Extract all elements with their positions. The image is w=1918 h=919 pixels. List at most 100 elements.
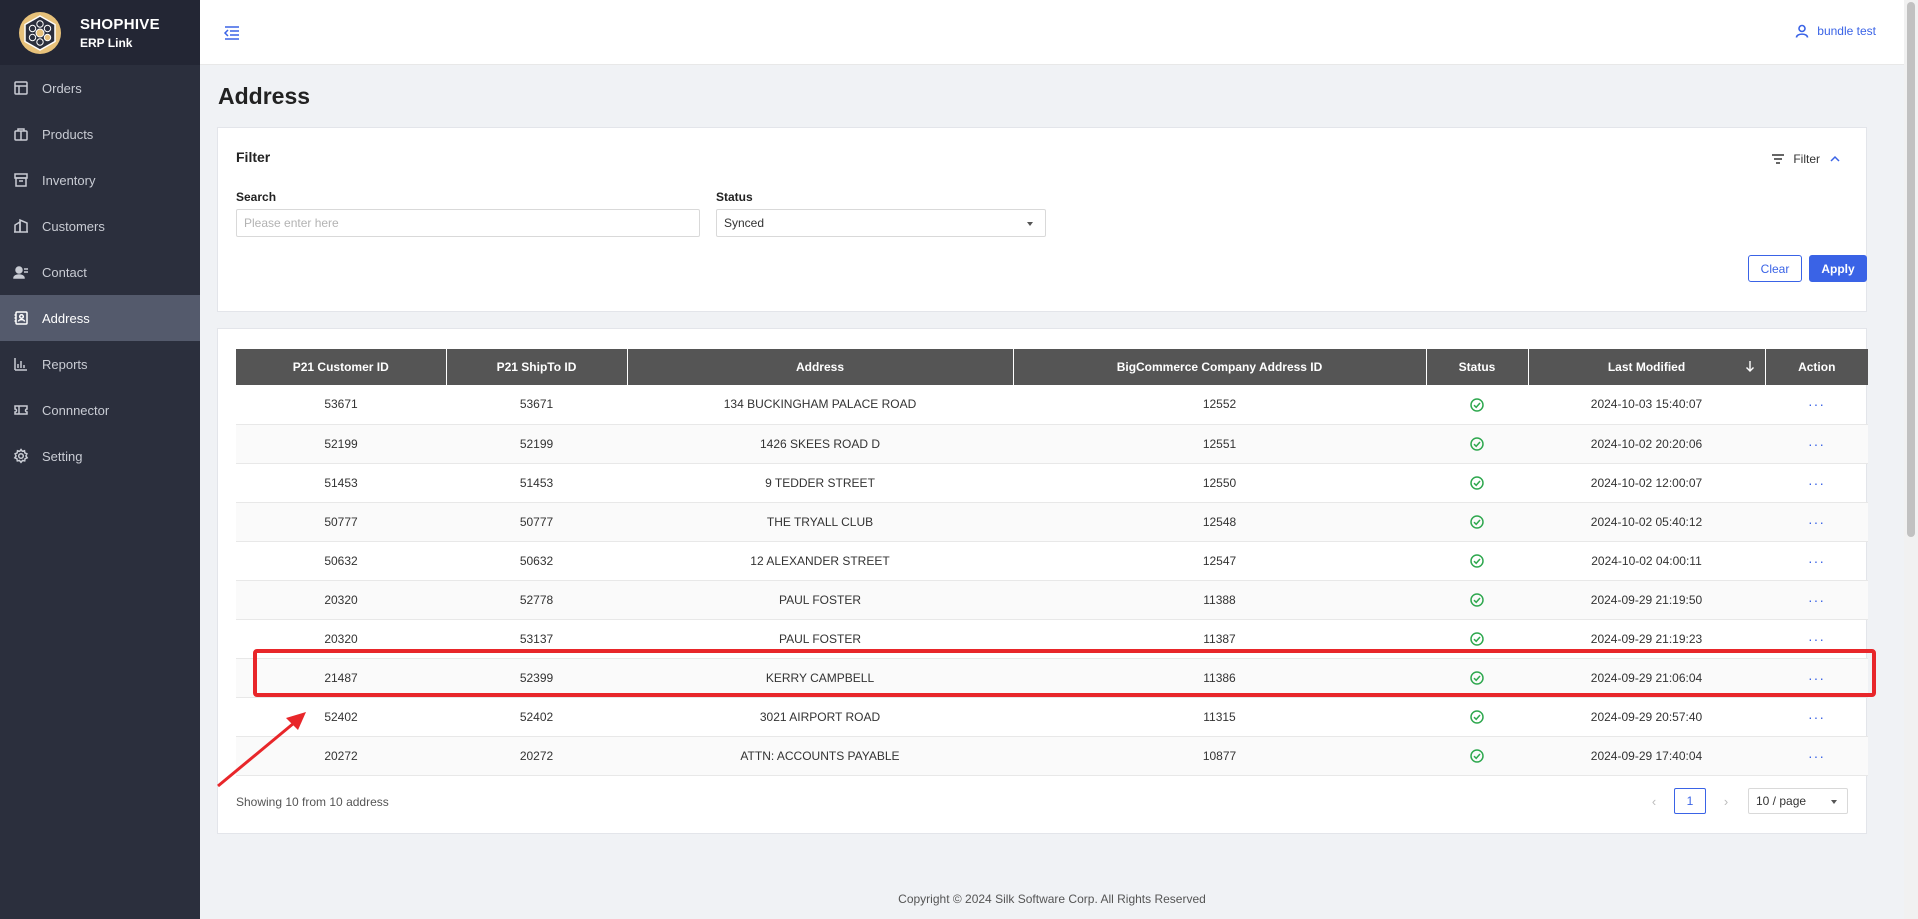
cell-shipto-id: 50777 xyxy=(446,502,627,542)
more-actions-button[interactable]: ··· xyxy=(1808,553,1825,569)
table-row[interactable]: 51453 51453 9 TEDDER STREET 12550 2024-10-02… xyxy=(236,463,1868,503)
sidebar-item-reports[interactable]: Reports xyxy=(0,341,200,387)
annotation-highlight-box xyxy=(253,649,1876,697)
cell-shipto-id: 20272 xyxy=(446,736,627,776)
cell-status xyxy=(1426,463,1528,503)
column-header-last-modified[interactable]: Last Modified xyxy=(1528,349,1766,385)
table-row[interactable]: 53671 53671 134 BUCKINGHAM PALACE ROAD 1255… xyxy=(236,385,1868,425)
filter-toggle-button[interactable]: Filter xyxy=(1771,152,1840,166)
cell-address: 1426 SKEES ROAD D xyxy=(627,424,1013,464)
page-title: Address xyxy=(218,83,311,109)
more-actions-button[interactable]: ··· xyxy=(1808,631,1825,647)
cell-customer-id: 50777 xyxy=(236,502,446,542)
cell-customer-id: 52199 xyxy=(236,424,446,464)
next-page-button[interactable]: › xyxy=(1716,788,1736,814)
table-header-row: P21 Customer ID P21 ShipTo ID Address Bi… xyxy=(236,349,1868,385)
reports-icon xyxy=(13,356,29,372)
more-actions-button[interactable]: ··· xyxy=(1808,748,1825,764)
sidebar-item-products[interactable]: Products xyxy=(0,111,200,157)
chevron-up-icon xyxy=(1830,155,1840,162)
column-header-status[interactable]: Status xyxy=(1426,349,1529,385)
brand-subtitle: ERP Link xyxy=(80,35,133,50)
check-circle-icon xyxy=(1470,554,1484,568)
sidebar-item-label: Setting xyxy=(42,448,83,464)
check-circle-icon xyxy=(1470,749,1484,763)
column-header-shipto-id[interactable]: P21 ShipTo ID xyxy=(446,349,628,385)
cell-bc-address-id: 12552 xyxy=(1013,385,1426,425)
shophive-logo-icon xyxy=(19,11,61,54)
cell-address: PAUL FOSTER xyxy=(627,580,1013,620)
footer-copyright: Copyright © 2024 Silk Software Corp. All… xyxy=(898,892,1206,906)
inventory-icon xyxy=(13,172,29,188)
brand-text: SHOPHIVE ERP Link xyxy=(80,16,160,50)
showing-count: Showing 10 from 10 address xyxy=(236,795,389,809)
more-actions-button[interactable]: ··· xyxy=(1808,709,1825,725)
table-row[interactable]: 20320 52778 PAUL FOSTER 11388 2024-09-29 21:… xyxy=(236,580,1868,620)
cell-address: ATTN: ACCOUNTS PAYABLE xyxy=(627,736,1013,776)
sidebar-item-setting[interactable]: Setting xyxy=(0,433,200,479)
status-select-value: Synced xyxy=(724,216,765,230)
table-row[interactable]: 50777 50777 THE TRYALL CLUB 12548 2024-10-02… xyxy=(236,502,1868,542)
more-actions-button[interactable]: ··· xyxy=(1808,592,1825,608)
cell-shipto-id: 50632 xyxy=(446,541,627,581)
page-size-select[interactable]: 10 / page xyxy=(1748,788,1848,814)
cell-bc-address-id: 11388 xyxy=(1013,580,1426,620)
cell-last-modified: 2024-10-02 12:00:07 xyxy=(1528,463,1765,503)
sidebar-item-customers[interactable]: Customers xyxy=(0,203,200,249)
apply-button[interactable]: Apply xyxy=(1809,255,1867,282)
cell-action: ··· xyxy=(1765,736,1868,776)
sidebar-item-label: Products xyxy=(42,126,94,142)
prev-page-button[interactable]: ‹ xyxy=(1644,788,1664,814)
table-row[interactable]: 52199 52199 1426 SKEES ROAD D 12551 2024-10-… xyxy=(236,424,1868,464)
cell-address: 134 BUCKINGHAM PALACE ROAD xyxy=(627,385,1013,425)
cell-last-modified: 2024-09-29 17:40:04 xyxy=(1528,736,1765,776)
scrollbar-thumb[interactable] xyxy=(1907,2,1915,537)
menu-collapse-icon[interactable] xyxy=(223,24,241,42)
table-row[interactable]: 52402 52402 3021 AIRPORT ROAD 11315 2024-09-… xyxy=(236,697,1868,737)
column-header-bc-address-id[interactable]: BigCommerce Company Address ID xyxy=(1013,349,1427,385)
sidebar-item-contact[interactable]: Contact xyxy=(0,249,200,295)
column-header-label: Last Modified xyxy=(1607,360,1686,374)
user-icon xyxy=(1795,24,1809,38)
more-actions-button[interactable]: ··· xyxy=(1808,475,1825,491)
cell-bc-address-id: 10877 xyxy=(1013,736,1426,776)
table-row[interactable]: 50632 50632 12 ALEXANDER STREET 12547 2024-1… xyxy=(236,541,1868,581)
caret-down-icon xyxy=(1027,222,1033,226)
cell-status xyxy=(1426,541,1528,581)
user-menu[interactable]: bundle test xyxy=(1795,24,1876,38)
sidebar-item-inventory[interactable]: Inventory xyxy=(0,157,200,203)
customers-icon xyxy=(13,218,29,234)
more-actions-button[interactable]: ··· xyxy=(1808,514,1825,530)
sidebar-item-address[interactable]: Address xyxy=(0,295,200,341)
clear-button[interactable]: Clear xyxy=(1748,255,1802,282)
cell-action: ··· xyxy=(1765,502,1868,542)
cell-last-modified: 2024-10-02 05:40:12 xyxy=(1528,502,1765,542)
cell-customer-id: 50632 xyxy=(236,541,446,581)
sort-descending-icon[interactable] xyxy=(1745,359,1755,373)
sidebar-item-orders[interactable]: Orders xyxy=(0,65,200,111)
status-select[interactable]: Synced xyxy=(716,209,1046,237)
filter-panel: Filter Filter Search Status Synced Clear… xyxy=(217,127,1867,312)
search-input[interactable] xyxy=(236,209,700,237)
more-actions-button[interactable]: ··· xyxy=(1808,396,1825,412)
address-table-panel: P21 Customer ID P21 ShipTo ID Address Bi… xyxy=(217,328,1868,834)
search-label: Search xyxy=(236,190,277,204)
check-circle-icon xyxy=(1470,397,1484,412)
table-row[interactable]: 20272 20272 ATTN: ACCOUNTS PAYABLE 10877 202… xyxy=(236,736,1868,776)
cell-action: ··· xyxy=(1765,541,1868,581)
column-header-customer-id[interactable]: P21 Customer ID xyxy=(236,349,447,385)
filter-toggle-label: Filter xyxy=(1793,152,1820,166)
page-scrollbar[interactable] xyxy=(1904,0,1918,919)
cell-action: ··· xyxy=(1765,580,1868,620)
column-header-action: Action xyxy=(1765,349,1868,385)
caret-down-icon xyxy=(1831,800,1837,804)
brand[interactable]: SHOPHIVE ERP Link xyxy=(0,0,200,65)
column-header-address[interactable]: Address xyxy=(627,349,1014,385)
products-icon xyxy=(13,126,29,142)
page-number-button[interactable]: 1 xyxy=(1674,788,1706,814)
more-actions-button[interactable]: ··· xyxy=(1808,436,1825,452)
annotation-arrow-icon xyxy=(217,712,306,788)
sidebar-item-connector[interactable]: Connnector xyxy=(0,387,200,433)
cell-bc-address-id: 11315 xyxy=(1013,697,1426,737)
check-circle-icon xyxy=(1470,593,1484,607)
